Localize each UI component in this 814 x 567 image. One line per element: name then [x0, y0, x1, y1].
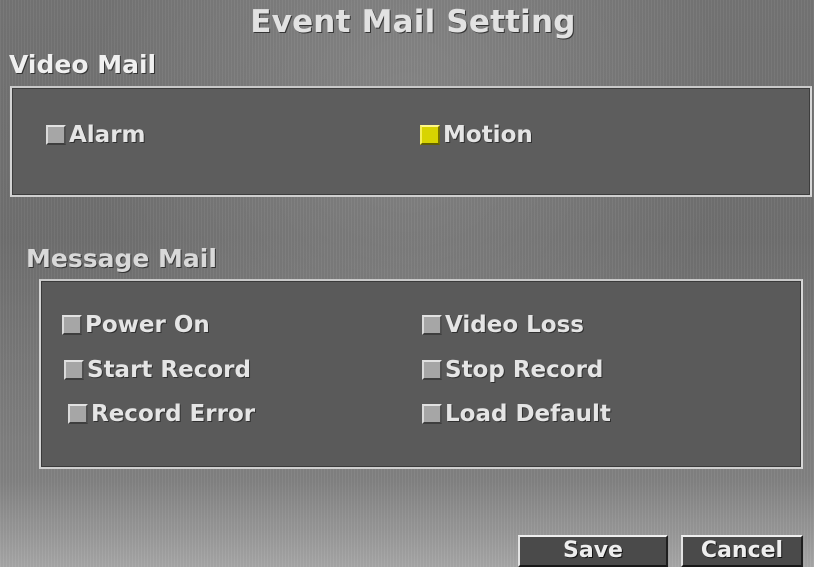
video-loss-checkbox-row[interactable]: Video Loss: [422, 311, 584, 339]
video-loss-checkbox[interactable]: [422, 315, 442, 335]
start-record-checkbox-row[interactable]: Start Record: [64, 356, 251, 384]
motion-label: Motion: [443, 122, 533, 148]
video-mail-section-title: Video Mail: [9, 50, 157, 79]
load-default-checkbox[interactable]: [422, 404, 442, 424]
power-on-label: Power On: [85, 312, 210, 338]
event-mail-setting-screen: Event Mail Setting Video Mail Alarm Moti…: [0, 0, 814, 567]
start-record-label: Start Record: [87, 357, 251, 383]
save-button[interactable]: Save: [518, 535, 668, 567]
video-loss-label: Video Loss: [445, 312, 584, 338]
power-on-checkbox-row[interactable]: Power On: [62, 311, 210, 339]
stop-record-label: Stop Record: [445, 357, 604, 383]
motion-checkbox-row[interactable]: Motion: [420, 121, 533, 149]
alarm-checkbox[interactable]: [46, 125, 66, 145]
stop-record-checkbox-row[interactable]: Stop Record: [422, 356, 603, 384]
stop-record-checkbox[interactable]: [422, 360, 442, 380]
message-mail-section-title: Message Mail: [26, 244, 217, 273]
record-error-checkbox-row[interactable]: Record Error: [68, 400, 255, 428]
start-record-checkbox[interactable]: [64, 360, 84, 380]
load-default-label: Load Default: [445, 401, 611, 427]
alarm-label: Alarm: [69, 122, 146, 148]
cancel-button[interactable]: Cancel: [681, 535, 803, 567]
load-default-checkbox-row[interactable]: Load Default: [422, 400, 611, 428]
record-error-label: Record Error: [91, 401, 256, 427]
record-error-checkbox[interactable]: [68, 404, 88, 424]
alarm-checkbox-row[interactable]: Alarm: [46, 121, 146, 149]
page-title: Event Mail Setting: [250, 4, 576, 40]
power-on-checkbox[interactable]: [62, 315, 82, 335]
motion-checkbox[interactable]: [420, 125, 440, 145]
